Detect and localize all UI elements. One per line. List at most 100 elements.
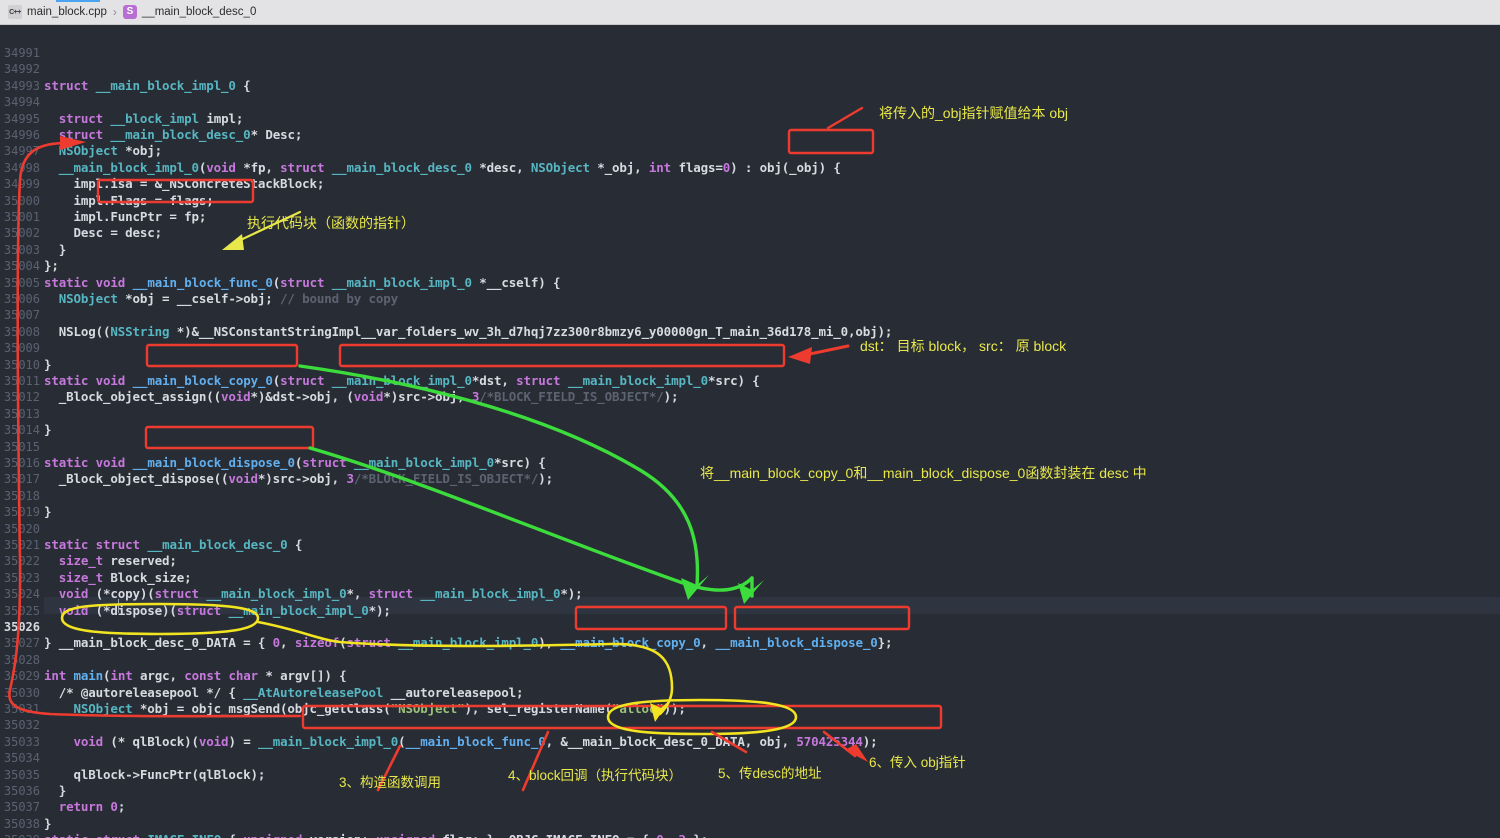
line-number: 35027: [3, 636, 40, 651]
code-line[interactable]: /* @autoreleasepool */ { __AtAutorelease…: [44, 685, 524, 701]
breadcrumb-separator-icon: ›: [112, 5, 117, 19]
line-number: 35015: [3, 439, 40, 454]
code-line[interactable]: NSLog((NSString *)&__NSConstantStringImp…: [44, 324, 893, 340]
line-number: 34996: [3, 128, 40, 142]
line-number: 35016: [3, 456, 40, 470]
annotation-step-3: 3、构造函数调用: [339, 775, 442, 790]
code-line[interactable]: } __main_block_desc_0_DATA = { 0, sizeof…: [44, 635, 892, 651]
line-number: 35026: [3, 620, 40, 634]
line-number: 35005: [3, 275, 40, 290]
line-number: 35038: [3, 816, 40, 831]
line-number: 35032: [3, 718, 40, 733]
code-line[interactable]: static void __main_block_dispose_0(struc…: [44, 455, 546, 471]
code-content[interactable]: struct __main_block_impl_0 { struct __bl…: [44, 25, 1500, 838]
line-number: 35003: [3, 242, 40, 257]
code-line[interactable]: }: [44, 357, 52, 373]
text-caret: [118, 599, 119, 613]
line-number: 35001: [3, 210, 40, 224]
breadcrumb-symbol-name[interactable]: __main_block_desc_0: [142, 6, 256, 18]
code-line[interactable]: struct __main_block_desc_0* Desc;: [44, 127, 303, 143]
code-editor[interactable]: 34991 34992 34993 34994 34995 34996 34997 34998…: [0, 25, 1500, 838]
line-number: 35023: [3, 570, 40, 585]
line-number: 35037: [3, 800, 40, 815]
line-number: 35021: [3, 538, 40, 552]
line-number: 35009: [3, 341, 40, 356]
line-number: 35035: [3, 767, 40, 782]
code-line[interactable]: struct __block_impl impl;: [44, 111, 244, 127]
breadcrumb-file-name[interactable]: main_block.cpp: [27, 6, 107, 18]
code-line[interactable]: static struct __main_block_desc_0 {: [44, 537, 302, 553]
annotation-step-6: 6、传入 obj指针: [869, 755, 966, 770]
line-number: 34994: [3, 95, 40, 110]
code-line[interactable]: return 0;: [44, 799, 126, 815]
code-line[interactable]: struct __main_block_impl_0 {: [44, 78, 251, 94]
line-number: 35010: [3, 357, 40, 372]
line-number: 35022: [3, 554, 40, 569]
line-number: 35012: [3, 390, 40, 405]
annotation-funcptr: 执行代码块（函数的指针）: [247, 215, 415, 231]
line-number: 34997: [3, 144, 40, 159]
line-number: 35033: [3, 734, 40, 749]
line-number: 34991: [3, 46, 40, 60]
line-number: 35013: [3, 406, 40, 421]
code-line[interactable]: void (* qlBlock)(void) = __main_block_im…: [44, 734, 878, 750]
code-line[interactable]: _Block_object_dispose((void*)src->obj, 3…: [44, 471, 553, 487]
line-number: 35014: [3, 423, 40, 438]
code-line[interactable]: }: [44, 816, 52, 832]
code-line[interactable]: };: [44, 258, 59, 274]
code-line[interactable]: }: [44, 422, 52, 438]
tab-accent-bar: [56, 0, 100, 2]
line-number: 35039: [0, 832, 40, 838]
line-number: 35008: [3, 324, 40, 339]
annotation-obj-assign: 将传入的_obj指针赋值给本 obj: [879, 105, 1069, 121]
line-number: 35025: [3, 603, 40, 618]
code-line[interactable]: static struct IMAGE_INFO { unsigned vers…: [44, 832, 708, 838]
line-number: 35002: [3, 226, 40, 241]
line-number: 35017: [3, 472, 40, 487]
line-number: 34998: [3, 160, 40, 175]
code-line[interactable]: static void __main_block_copy_0(struct _…: [44, 373, 760, 389]
code-line[interactable]: Desc = desc;: [44, 225, 163, 241]
line-number: 35024: [3, 587, 40, 602]
code-line[interactable]: }: [44, 783, 67, 799]
line-number: 35031: [3, 702, 40, 716]
code-line[interactable]: NSObject *obj = objc_msgSend(objc_getCla…: [44, 701, 686, 717]
code-line[interactable]: _Block_object_assign((void*)&dst->obj, (…: [44, 389, 679, 405]
line-number: 34999: [3, 177, 40, 192]
line-number: 35000: [3, 193, 40, 208]
code-line[interactable]: impl.FuncPtr = fp;: [44, 209, 207, 225]
code-line[interactable]: NSObject *obj;: [44, 143, 162, 159]
cpp-file-icon: C++: [8, 5, 22, 19]
line-number: 35006: [3, 292, 40, 306]
code-line[interactable]: }: [44, 504, 52, 520]
annotation-step-4: 4、block回调（执行代码块）: [508, 768, 683, 783]
line-number: 35030: [3, 685, 40, 700]
code-line[interactable]: size_t reserved;: [44, 553, 177, 569]
code-line[interactable]: impl.isa = &_NSConcreteStackBlock;: [44, 176, 325, 192]
annotation-desc-wrap: 将__main_block_copy_0和__main_block_dispos…: [700, 465, 1147, 481]
breadcrumb[interactable]: C++ main_block.cpp › S __main_block_desc…: [0, 0, 1500, 25]
code-line[interactable]: void (*copy)(struct __main_block_impl_0*…: [44, 586, 583, 602]
struct-symbol-icon: S: [122, 5, 137, 19]
code-line[interactable]: NSObject *obj = __cself->obj; // bound b…: [44, 291, 398, 307]
code-line[interactable]: void (*dispose)(struct __main_block_impl…: [44, 603, 391, 619]
code-line[interactable]: static void __main_block_func_0(struct _…: [44, 275, 561, 291]
code-line[interactable]: int main(int argc, const char * argv[]) …: [44, 668, 347, 684]
line-number: 35019: [3, 505, 40, 520]
line-number: 34993: [3, 78, 40, 93]
line-number: 35018: [3, 488, 40, 503]
line-number: 34995: [3, 111, 40, 126]
line-number: 35034: [3, 751, 40, 766]
annotation-step-5: 5、传desc的地址: [718, 766, 822, 781]
code-line[interactable]: __main_block_impl_0(void *fp, struct __m…: [44, 160, 841, 176]
line-number: 35007: [3, 308, 40, 323]
line-number-gutter: 34991 34992 34993 34994 34995 34996 34997 34998…: [0, 25, 44, 838]
annotation-dst-src: dst： 目标 block， src： 原 block: [860, 338, 1067, 354]
code-line[interactable]: size_t Block_size;: [44, 570, 192, 586]
line-number: 35028: [3, 652, 40, 667]
line-number: 34992: [3, 62, 40, 77]
line-number: 35004: [3, 259, 40, 274]
code-line[interactable]: qlBlock->FuncPtr(qlBlock);: [44, 767, 266, 783]
code-line[interactable]: impl.Flags = flags;: [44, 193, 214, 209]
code-line[interactable]: }: [44, 242, 67, 258]
